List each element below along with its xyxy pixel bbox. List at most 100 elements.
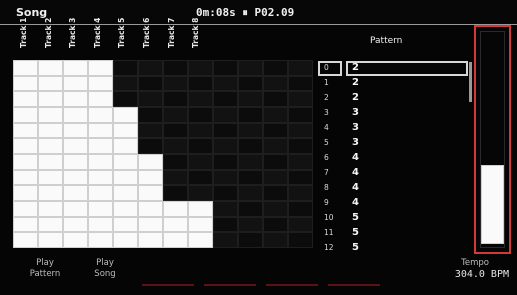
grid-cell[interactable] <box>238 106 263 123</box>
pattern-row[interactable]: 12 5 <box>318 240 468 256</box>
pattern-row[interactable]: 10 5 <box>318 210 468 226</box>
grid-cell[interactable] <box>213 91 238 107</box>
play-pattern-button[interactable]: Play Pattern <box>16 258 74 288</box>
grid-cell-active[interactable] <box>88 153 113 170</box>
grid-cell[interactable] <box>213 232 238 248</box>
grid-cell[interactable] <box>263 138 288 154</box>
grid-cell-active[interactable] <box>63 200 88 217</box>
grid-cell-active[interactable] <box>13 91 38 107</box>
grid-cell[interactable] <box>213 185 238 201</box>
play-song-button[interactable]: Play Song <box>76 258 134 288</box>
grid-cell[interactable] <box>163 122 188 139</box>
grid-cell-active[interactable] <box>38 216 63 233</box>
grid-cell[interactable] <box>213 60 238 76</box>
selected-pattern-field[interactable] <box>346 61 468 76</box>
grid-cell[interactable] <box>188 122 213 139</box>
pattern-row[interactable]: 12 <box>318 75 468 91</box>
pattern-row[interactable]: 64 <box>318 150 468 166</box>
track-label[interactable]: Track 5 <box>117 18 129 48</box>
grid-cell-active[interactable] <box>88 216 113 233</box>
grid-cell-active[interactable] <box>63 106 88 123</box>
grid-cell-active[interactable] <box>88 200 113 217</box>
track-label[interactable]: Track 6 <box>142 18 154 48</box>
grid-cell-active[interactable] <box>38 91 63 107</box>
grid-cell[interactable] <box>188 60 213 76</box>
grid-cell-active[interactable] <box>38 153 63 170</box>
grid-cell-active[interactable] <box>88 91 113 107</box>
grid-cell-active[interactable] <box>38 122 63 139</box>
grid-cell-active[interactable] <box>13 75 38 92</box>
grid-cell-active[interactable] <box>13 169 38 186</box>
grid-cell-active[interactable] <box>88 185 113 201</box>
grid-cell[interactable] <box>188 185 213 201</box>
pattern-row[interactable]: 74 <box>318 165 468 181</box>
grid-cell-active[interactable] <box>88 106 113 123</box>
grid-cell[interactable] <box>263 122 288 139</box>
grid-cell-active[interactable] <box>13 138 38 154</box>
grid-cell[interactable] <box>213 216 238 233</box>
grid-cell[interactable] <box>213 106 238 123</box>
grid-cell[interactable] <box>163 106 188 123</box>
grid-cell-active[interactable] <box>138 232 163 248</box>
grid-cell-active[interactable] <box>163 216 188 233</box>
grid-cell[interactable] <box>163 185 188 201</box>
grid-cell[interactable] <box>163 91 188 107</box>
grid-cell[interactable] <box>113 75 138 92</box>
grid-cell-active[interactable] <box>113 122 138 139</box>
grid-cell-active[interactable] <box>113 153 138 170</box>
grid-cell-active[interactable] <box>38 185 63 201</box>
grid-cell-active[interactable] <box>63 169 88 186</box>
grid-cell[interactable] <box>238 60 263 76</box>
grid-cell[interactable] <box>163 75 188 92</box>
grid-cell[interactable] <box>188 75 213 92</box>
grid-cell[interactable] <box>263 185 288 201</box>
grid-cell[interactable] <box>113 60 138 76</box>
grid-cell[interactable] <box>163 60 188 76</box>
grid-cell-active[interactable] <box>38 200 63 217</box>
grid-cell-active[interactable] <box>13 60 38 76</box>
grid-cell-active[interactable] <box>38 75 63 92</box>
grid-cell[interactable] <box>213 200 238 217</box>
pattern-list-scrollbar[interactable] <box>469 62 472 102</box>
grid-cell[interactable] <box>288 75 313 92</box>
grid-cell[interactable] <box>263 91 288 107</box>
song-grid[interactable] <box>13 60 313 248</box>
grid-cell[interactable] <box>213 169 238 186</box>
grid-cell[interactable] <box>288 138 313 154</box>
grid-cell[interactable] <box>288 216 313 233</box>
grid-cell-active[interactable] <box>113 185 138 201</box>
grid-cell[interactable] <box>188 106 213 123</box>
grid-cell-active[interactable] <box>63 138 88 154</box>
grid-cell-active[interactable] <box>88 122 113 139</box>
grid-cell[interactable] <box>238 122 263 139</box>
grid-cell[interactable] <box>238 75 263 92</box>
pattern-row[interactable]: 94 <box>318 195 468 211</box>
grid-cell[interactable] <box>288 106 313 123</box>
grid-cell-active[interactable] <box>63 91 88 107</box>
grid-cell-active[interactable] <box>88 75 113 92</box>
grid-cell-active[interactable] <box>138 216 163 233</box>
grid-cell[interactable] <box>188 169 213 186</box>
grid-cell-active[interactable] <box>13 185 38 201</box>
grid-cell-active[interactable] <box>63 153 88 170</box>
grid-cell[interactable] <box>288 122 313 139</box>
grid-cell[interactable] <box>113 91 138 107</box>
grid-cell-active[interactable] <box>38 60 63 76</box>
track-label[interactable]: Track 8 <box>191 18 203 48</box>
pattern-row[interactable]: 22 <box>318 90 468 106</box>
pattern-row[interactable]: 11 5 <box>318 225 468 241</box>
grid-cell-active[interactable] <box>38 106 63 123</box>
grid-cell-active[interactable] <box>88 60 113 76</box>
grid-cell-active[interactable] <box>138 185 163 201</box>
track-label[interactable]: Track 2 <box>44 18 56 48</box>
grid-cell[interactable] <box>238 216 263 233</box>
grid-cell-active[interactable] <box>113 138 138 154</box>
grid-cell-active[interactable] <box>163 232 188 248</box>
grid-cell-active[interactable] <box>138 200 163 217</box>
track-label[interactable]: Track 3 <box>68 18 80 48</box>
grid-cell-active[interactable] <box>188 216 213 233</box>
grid-cell[interactable] <box>163 153 188 170</box>
grid-cell[interactable] <box>138 60 163 76</box>
grid-cell[interactable] <box>188 91 213 107</box>
grid-cell[interactable] <box>263 75 288 92</box>
